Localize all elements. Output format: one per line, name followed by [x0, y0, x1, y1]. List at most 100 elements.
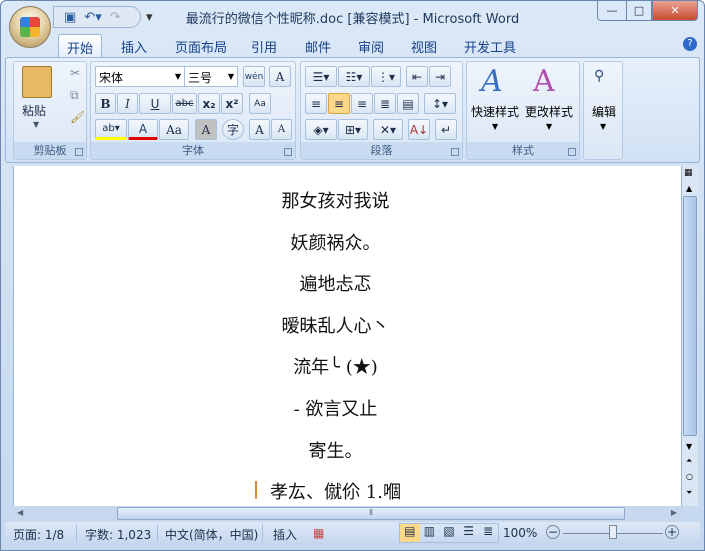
- insert-mode[interactable]: 插入: [273, 526, 297, 543]
- scroll-down-icon[interactable]: ▼: [686, 442, 692, 451]
- paragraph-label: 段落: [301, 142, 462, 159]
- align-center-button[interactable]: ≡: [328, 93, 350, 114]
- quick-styles-dropdown-icon[interactable]: ▼: [492, 122, 498, 131]
- editing-button[interactable]: 编辑: [592, 103, 616, 120]
- document-page[interactable]: 那女孩对我说 妖颜祸众。 遍地忐忑 暧昧乱人心丶 流年╰ (★) - 欲言又止 寄生。 孝厷、…: [13, 166, 681, 506]
- select-browse-object-icon[interactable]: ○: [686, 472, 693, 481]
- cut-icon[interactable]: ✂: [70, 66, 80, 80]
- tab-view[interactable]: 视图: [403, 34, 445, 58]
- chinese-layout-button[interactable]: ✕▾: [373, 119, 403, 140]
- tab-insert[interactable]: 插入: [113, 34, 155, 58]
- multilevel-list-button[interactable]: ⋮▾: [371, 66, 401, 87]
- tab-page-layout[interactable]: 页面布局: [167, 34, 235, 58]
- borders-button[interactable]: ⊞▾: [338, 119, 368, 140]
- styles-launcher[interactable]: [568, 148, 576, 156]
- close-button[interactable]: ✕: [652, 1, 698, 21]
- outline-icon[interactable]: ☰: [459, 524, 479, 542]
- justify-button[interactable]: ≣: [374, 93, 396, 114]
- decrease-indent-button[interactable]: ⇤: [406, 66, 428, 87]
- change-styles-dropdown-icon[interactable]: ▼: [546, 122, 552, 131]
- tab-home[interactable]: 开始: [58, 34, 103, 58]
- change-styles-icon: A: [533, 64, 555, 99]
- shrink-font-button[interactable]: A: [271, 119, 292, 140]
- maximize-button[interactable]: □: [626, 1, 652, 21]
- quick-styles-button[interactable]: 快速样式: [471, 103, 519, 120]
- change-styles-button[interactable]: 更改样式: [525, 103, 573, 120]
- paste-button[interactable]: 粘贴: [22, 102, 46, 119]
- editing-group[interactable]: ⚲ 编辑 ▼: [583, 61, 623, 160]
- strikethrough-button[interactable]: abc: [172, 93, 197, 114]
- zoom-in-button[interactable]: +: [665, 525, 679, 539]
- scroll-left-icon[interactable]: ◀: [17, 508, 23, 517]
- phonetic-guide-button[interactable]: wén: [243, 66, 265, 87]
- zoom-out-button[interactable]: −: [546, 525, 560, 539]
- save-icon[interactable]: ▣: [64, 10, 76, 25]
- zoom-level[interactable]: 100%: [503, 526, 537, 540]
- horizontal-scrollbar[interactable]: ◀ ⦀ ▶: [13, 506, 681, 521]
- font-name-dropdown[interactable]: 宋体 ▼: [95, 66, 185, 87]
- tab-review[interactable]: 审阅: [350, 34, 392, 58]
- previous-page-icon[interactable]: ⏶: [686, 456, 692, 466]
- quick-access-toolbar: ▣ ↶▾ ↷ ▾: [53, 6, 153, 28]
- highlight-button[interactable]: ab▾: [95, 119, 127, 140]
- redo-icon[interactable]: ↷: [110, 10, 121, 25]
- bold-button[interactable]: B: [95, 93, 116, 114]
- tab-references[interactable]: 引用: [243, 34, 285, 58]
- paste-icon[interactable]: [22, 66, 52, 98]
- align-right-button[interactable]: ≡: [351, 93, 373, 114]
- vertical-scroll-thumb[interactable]: [683, 196, 697, 436]
- page-count[interactable]: 页面: 1/8: [13, 526, 64, 543]
- copy-icon[interactable]: ⧉: [70, 88, 79, 103]
- align-left-button[interactable]: ≡: [305, 93, 327, 114]
- font-label: 字体: [91, 142, 295, 159]
- customize-qat-icon[interactable]: ▾: [146, 10, 153, 25]
- next-page-icon[interactable]: ⏷: [686, 488, 692, 498]
- clear-formatting-button[interactable]: Aa: [249, 93, 271, 114]
- zoom-slider-thumb[interactable]: [609, 525, 617, 539]
- italic-button[interactable]: I: [117, 93, 138, 114]
- character-border-button[interactable]: A: [269, 66, 291, 87]
- ruler-toggle-icon[interactable]: ▦: [684, 168, 696, 182]
- shading-button[interactable]: ◈▾: [305, 119, 337, 140]
- web-layout-icon[interactable]: ▧: [439, 524, 459, 542]
- change-case-button[interactable]: Aa: [159, 119, 189, 140]
- scroll-right-icon[interactable]: ▶: [671, 508, 677, 517]
- subscript-button[interactable]: x₂: [198, 93, 220, 114]
- character-shading-button[interactable]: A: [195, 119, 217, 140]
- distributed-button[interactable]: ▤: [397, 93, 419, 114]
- vertical-scrollbar[interactable]: ▦ ▲ ▼ ⏶ ○ ⏷: [681, 166, 698, 506]
- minimize-button[interactable]: —: [597, 1, 627, 21]
- bullets-button[interactable]: ☰▾: [305, 66, 337, 87]
- paste-dropdown-icon[interactable]: ▼: [33, 120, 39, 129]
- underline-button[interactable]: U: [139, 93, 171, 114]
- draft-icon[interactable]: ≣: [478, 524, 498, 542]
- font-color-button[interactable]: A: [128, 119, 158, 140]
- line-spacing-button[interactable]: ↕▾: [424, 93, 456, 114]
- font-launcher[interactable]: [284, 148, 292, 156]
- paragraph-launcher[interactable]: [451, 148, 459, 156]
- undo-icon[interactable]: ↶▾: [84, 10, 101, 25]
- clipboard-launcher[interactable]: [75, 148, 83, 156]
- scroll-up-icon[interactable]: ▲: [686, 184, 692, 193]
- help-icon[interactable]: ?: [683, 37, 697, 51]
- superscript-button[interactable]: x²: [221, 93, 243, 114]
- enclose-characters-button[interactable]: 字: [222, 119, 244, 140]
- grow-font-button[interactable]: A: [249, 119, 270, 140]
- word-count[interactable]: 字数: 1,023: [85, 526, 151, 543]
- font-size-dropdown[interactable]: 三号 ▼: [184, 66, 238, 87]
- horizontal-scroll-thumb[interactable]: ⦀: [117, 507, 625, 520]
- document-line: 寄生。: [308, 440, 363, 462]
- full-screen-reading-icon[interactable]: ▥: [420, 524, 440, 542]
- macro-record-icon[interactable]: ▦: [313, 526, 324, 540]
- language[interactable]: 中文(简体，中国): [165, 526, 258, 543]
- sort-button[interactable]: A↓: [408, 119, 430, 140]
- office-button[interactable]: [9, 6, 51, 48]
- tab-mailings[interactable]: 邮件: [297, 34, 339, 58]
- editing-dropdown-icon[interactable]: ▼: [600, 122, 606, 131]
- format-painter-icon[interactable]: 🖌: [70, 110, 85, 124]
- tab-developer[interactable]: 开发工具: [456, 34, 524, 58]
- show-marks-button[interactable]: ↵: [435, 119, 457, 140]
- increase-indent-button[interactable]: ⇥: [429, 66, 451, 87]
- print-layout-icon[interactable]: ▤: [400, 524, 420, 542]
- numbering-button[interactable]: ☷▾: [338, 66, 370, 87]
